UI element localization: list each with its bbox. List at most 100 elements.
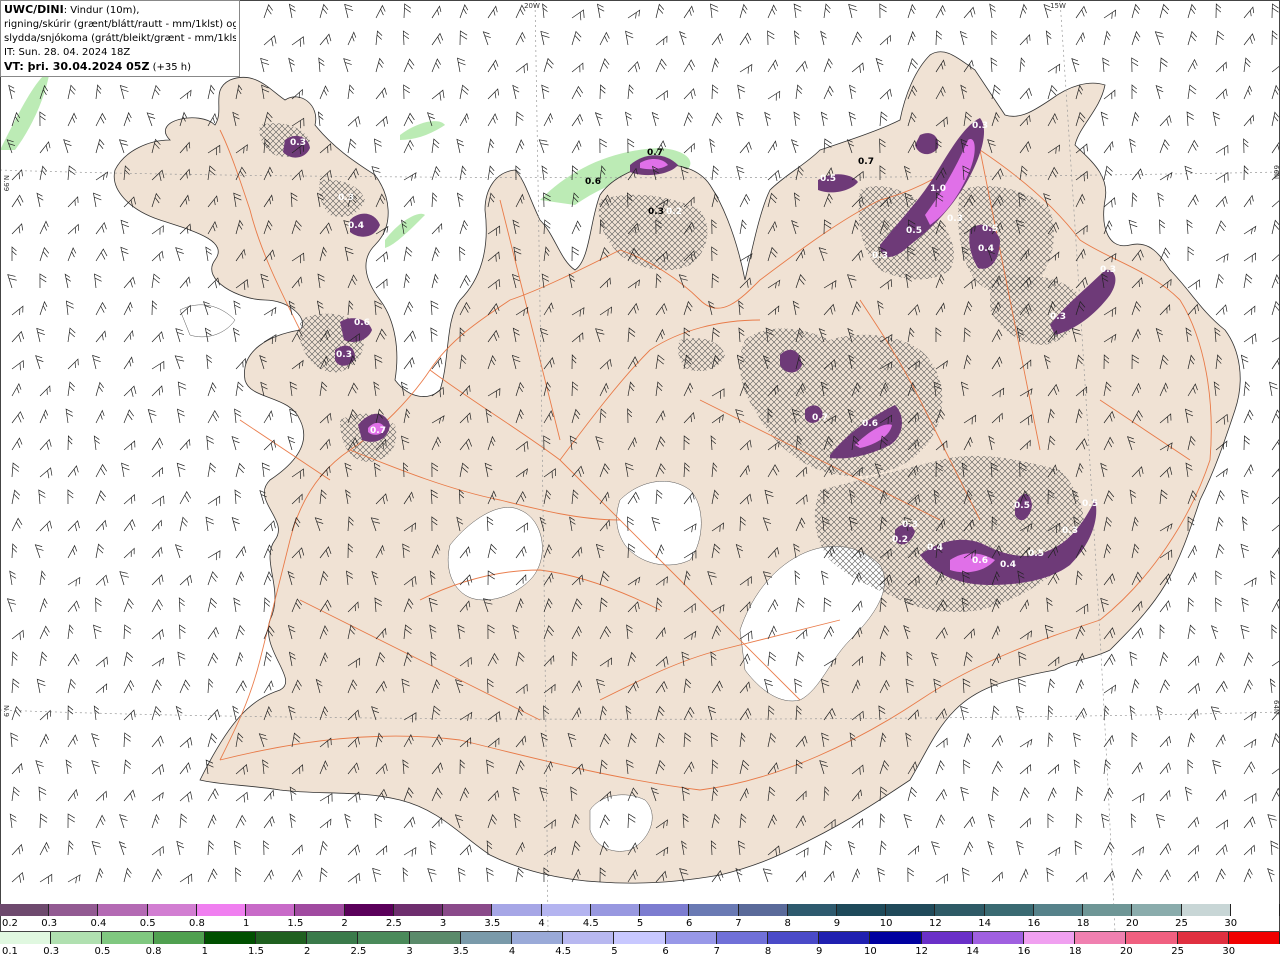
wind-barb [1243, 381, 1250, 397]
wind-barb [963, 816, 976, 829]
precip-value-label: 0.7 [370, 426, 386, 436]
wind-barb [1243, 816, 1256, 829]
wind-barb [571, 9, 585, 21]
wind-barb [375, 4, 386, 19]
wind-barb [990, 57, 998, 73]
wind-barb [1271, 437, 1280, 451]
wind-barb [599, 84, 606, 100]
wind-barb [959, 30, 968, 46]
wind-barb [263, 789, 275, 802]
wind-barb [459, 4, 469, 19]
wind-barb [457, 867, 466, 883]
wind-barb [1131, 168, 1144, 181]
wind-barb [1075, 31, 1086, 46]
wind-barb [92, 354, 101, 370]
wind-barb [1210, 706, 1221, 721]
wind-barb [571, 140, 582, 154]
wind-barb [1047, 705, 1054, 721]
wind-barb [347, 138, 357, 154]
wind-barb [123, 276, 136, 289]
wind-barb [95, 248, 108, 262]
legend-swatch [921, 932, 973, 944]
wind-barb [67, 813, 75, 829]
wind-barb [39, 246, 50, 262]
wind-barb [39, 300, 48, 316]
legend-tick-label: 0.1 [2, 946, 18, 957]
wind-barb [39, 625, 50, 640]
wind-barb [39, 409, 49, 424]
wind-barb [823, 85, 834, 100]
wind-barb [1187, 246, 1195, 262]
wind-barb [67, 358, 79, 370]
wind-barb [95, 221, 107, 235]
wind-barb [571, 113, 584, 127]
legend-swatch [512, 932, 564, 944]
wind-barb [67, 734, 78, 748]
wind-barb [1019, 87, 1032, 100]
legend-swatch [246, 904, 296, 916]
legend-tick-label: 4 [538, 918, 545, 929]
legend-tick-label: 10 [864, 946, 877, 957]
wind-barb [431, 58, 441, 73]
wind-barb [599, 31, 610, 46]
wind-barb [963, 759, 971, 775]
model-label: UWC/DINI [4, 3, 64, 16]
wind-barb [515, 867, 524, 883]
wind-barb [67, 600, 80, 613]
legend-swatch [307, 932, 359, 944]
wind-barb [176, 408, 185, 424]
wind-barb [11, 543, 18, 559]
wind-barb [67, 223, 79, 235]
wind-barb [151, 385, 163, 397]
legend-swatch [196, 904, 247, 916]
wind-barb [231, 435, 240, 451]
wind-barb [263, 869, 274, 883]
wind-barb [11, 705, 22, 721]
wind-barb [39, 651, 48, 667]
wind-barb [683, 59, 696, 73]
wind-barb [1215, 734, 1226, 748]
wind-barb [795, 60, 808, 73]
wind-barb [711, 84, 719, 100]
wind-barb [1187, 139, 1199, 154]
wind-barb [263, 306, 277, 316]
wind-barb [487, 113, 498, 127]
legend-swatch [492, 904, 542, 916]
precip-value-label: 0.3 [1100, 265, 1116, 275]
wind-barb [67, 196, 79, 208]
wind-barb [1271, 62, 1280, 73]
wind-barb [793, 30, 800, 46]
wind-barb [430, 300, 439, 316]
wind-barb [1187, 3, 1197, 19]
wind-barb [67, 576, 81, 587]
precip-value-label: 0.3 [872, 251, 888, 261]
wind-barb [375, 57, 384, 73]
legend-tick-label: 16 [1017, 946, 1031, 957]
wind-barb [288, 3, 296, 19]
wind-barb [317, 111, 324, 127]
wind-barb [1243, 85, 1253, 100]
legend-tick-label: 9 [833, 918, 841, 929]
legend-swatch [51, 932, 103, 944]
wind-barb [11, 411, 24, 424]
precip-value-label: 0.5 [1082, 499, 1098, 509]
wind-barb [1155, 84, 1164, 100]
wind-barb [206, 354, 213, 370]
legend-swatch [344, 904, 394, 916]
wind-barb [151, 225, 164, 235]
wind-barb [1159, 624, 1165, 640]
wind-barb [151, 546, 163, 559]
wind-barb [1184, 786, 1193, 802]
wind-barb [347, 872, 361, 884]
wind-barb [6, 598, 17, 613]
wind-barb [1187, 732, 1196, 748]
wind-barb [1187, 759, 1194, 775]
wind-barb [1187, 816, 1200, 829]
wind-barb [431, 5, 442, 19]
wind-barb [1243, 679, 1253, 694]
wind-barb [95, 409, 105, 424]
wind-barb [907, 3, 916, 19]
wind-barb [94, 273, 102, 289]
grid-label-left-upper: N.99 [2, 175, 10, 191]
wind-barb [1215, 273, 1224, 289]
